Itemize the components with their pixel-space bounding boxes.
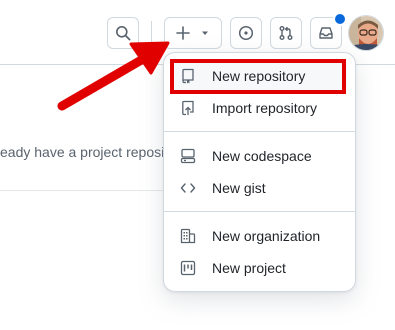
annotation-highlight-box [170, 59, 346, 94]
plus-icon [175, 25, 191, 41]
menu-item-new-codespace[interactable]: New codespace [172, 141, 347, 171]
background-text: eady have a project reposit [0, 144, 166, 160]
inbox-icon [318, 25, 334, 41]
menu-item-label: New project [212, 260, 286, 276]
screenshot-page: eady have a project reposit New reposito… [0, 0, 395, 330]
menu-item-new-organization[interactable]: New organization [172, 221, 347, 251]
background-divider [0, 190, 170, 191]
triangle-down-icon [200, 28, 210, 38]
menu-item-label: New organization [212, 228, 321, 244]
menu-item-new-project[interactable]: New project [172, 253, 347, 283]
header-divider [151, 21, 152, 45]
organization-icon [180, 228, 196, 244]
create-new-button[interactable] [164, 17, 222, 49]
code-icon [180, 180, 196, 196]
notification-indicator [333, 12, 347, 26]
git-pull-request-icon [278, 25, 294, 41]
issues-button[interactable] [230, 17, 262, 49]
menu-item-label: Import repository [212, 100, 318, 116]
pull-requests-button[interactable] [270, 17, 302, 49]
search-icon [115, 25, 131, 41]
repo-push-icon [180, 100, 196, 116]
menu-separator [164, 131, 355, 132]
issue-opened-icon [238, 25, 254, 41]
menu-item-import-repository[interactable]: Import repository [172, 93, 347, 123]
menu-item-new-gist[interactable]: New gist [172, 173, 347, 203]
project-icon [180, 260, 196, 276]
menu-item-label: New gist [212, 180, 266, 196]
user-avatar[interactable] [348, 15, 384, 51]
codespaces-icon [180, 148, 196, 164]
menu-item-label: New codespace [212, 148, 312, 164]
menu-separator [164, 211, 355, 212]
search-button[interactable] [107, 17, 139, 49]
